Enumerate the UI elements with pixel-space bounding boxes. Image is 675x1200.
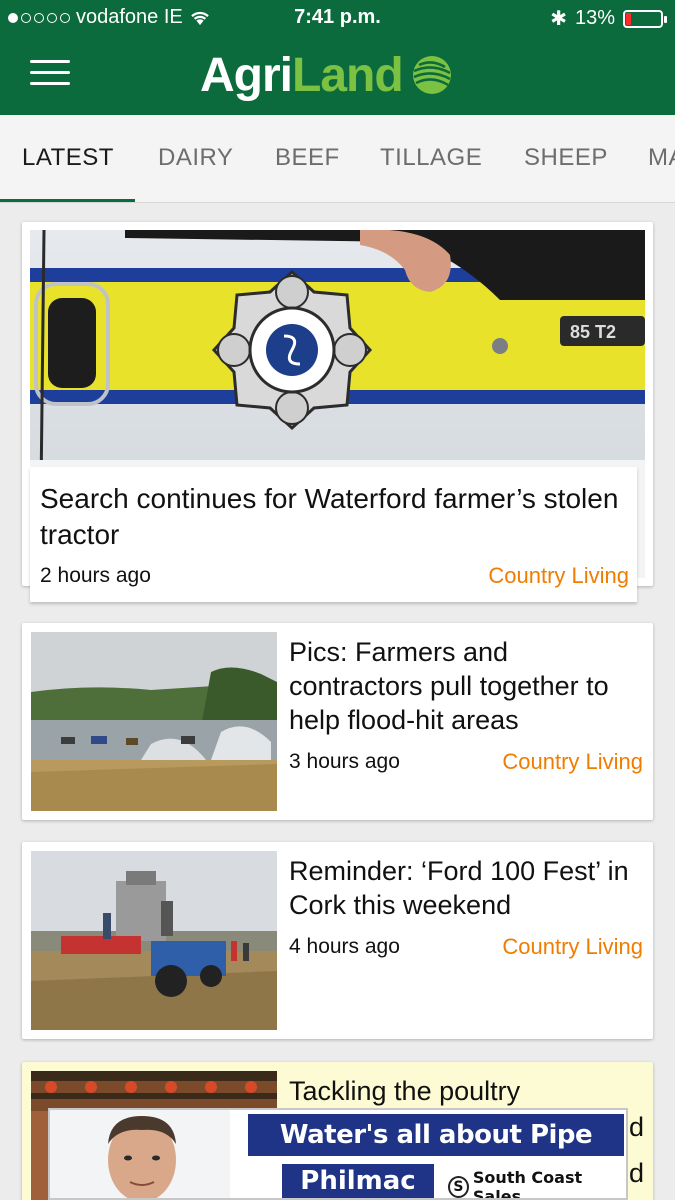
category-tabs: LATEST DAIRY BEEF TILLAGE SHEEP MA bbox=[0, 115, 675, 203]
tab-sheep[interactable]: SHEEP bbox=[524, 144, 608, 172]
ad-dealer: S South Coast Sales bbox=[448, 1168, 626, 1200]
status-bar: vodafone IE 7:41 p.m. ✱ 13% bbox=[0, 0, 675, 36]
article-category[interactable]: Country Living bbox=[488, 563, 629, 589]
tab-latest[interactable]: LATEST bbox=[22, 144, 114, 172]
ad-person-image bbox=[50, 1110, 230, 1198]
agriland-logo[interactable]: Agri Land bbox=[200, 40, 453, 110]
article-category[interactable]: Country Living bbox=[502, 749, 643, 775]
svg-text:85 T2: 85 T2 bbox=[570, 322, 616, 342]
app-header: vodafone IE 7:41 p.m. ✱ 13% Agri Land bbox=[0, 0, 675, 115]
article-title-fragment: d bbox=[629, 1112, 645, 1142]
article-title[interactable]: Pics: Farmers and contractors pull toget… bbox=[289, 635, 639, 737]
logo-text-land: Land bbox=[292, 48, 404, 102]
article-image bbox=[31, 851, 277, 1030]
article-title[interactable]: Reminder: ‘Ford 100 Fest’ in Cork this w… bbox=[289, 854, 639, 922]
menu-button[interactable] bbox=[30, 60, 70, 88]
tab-beef[interactable]: BEEF bbox=[275, 144, 340, 172]
featured-caption-panel: Search continues for Waterford farmer’s … bbox=[30, 467, 637, 602]
article-title-fragment: d bbox=[629, 1158, 645, 1188]
logo-field-icon bbox=[412, 56, 451, 94]
article-card[interactable]: Pics: Farmers and contractors pull toget… bbox=[22, 623, 653, 820]
dealer-logo-icon: S bbox=[448, 1176, 469, 1198]
featured-article-card[interactable]: 85 T2 Search continues for Waterford far… bbox=[22, 222, 653, 602]
active-tab-indicator bbox=[0, 199, 135, 202]
ad-dealer-name: South Coast Sales bbox=[472, 1168, 583, 1200]
battery-percent: 13% bbox=[574, 7, 615, 29]
tab-more[interactable]: MA bbox=[648, 144, 675, 172]
article-time: 3 hours ago bbox=[289, 750, 400, 773]
ad-brand-logo: Philmac bbox=[282, 1164, 434, 1198]
article-card[interactable]: Reminder: ‘Ford 100 Fest’ in Cork this w… bbox=[22, 842, 653, 1039]
menu-icon bbox=[30, 60, 70, 63]
article-image bbox=[31, 632, 277, 811]
article-time: 2 hours ago bbox=[40, 564, 151, 587]
banner-ad[interactable]: Water's all about Pipe Size Philmac S So… bbox=[48, 1108, 628, 1200]
article-title[interactable]: Tackling the poultry bbox=[289, 1074, 639, 1108]
article-time: 4 hours ago bbox=[289, 935, 400, 958]
article-category[interactable]: Country Living bbox=[502, 934, 643, 960]
tab-tillage[interactable]: TILLAGE bbox=[380, 144, 482, 172]
article-title[interactable]: Search continues for Waterford farmer’s … bbox=[40, 481, 620, 553]
tab-dairy[interactable]: DAIRY bbox=[158, 144, 233, 172]
battery-icon bbox=[623, 9, 667, 28]
ad-slogan: Water's all about Pipe Size bbox=[248, 1114, 624, 1192]
logo-text-agri: Agri bbox=[200, 48, 293, 102]
bluetooth-icon: ✱ bbox=[550, 8, 567, 30]
